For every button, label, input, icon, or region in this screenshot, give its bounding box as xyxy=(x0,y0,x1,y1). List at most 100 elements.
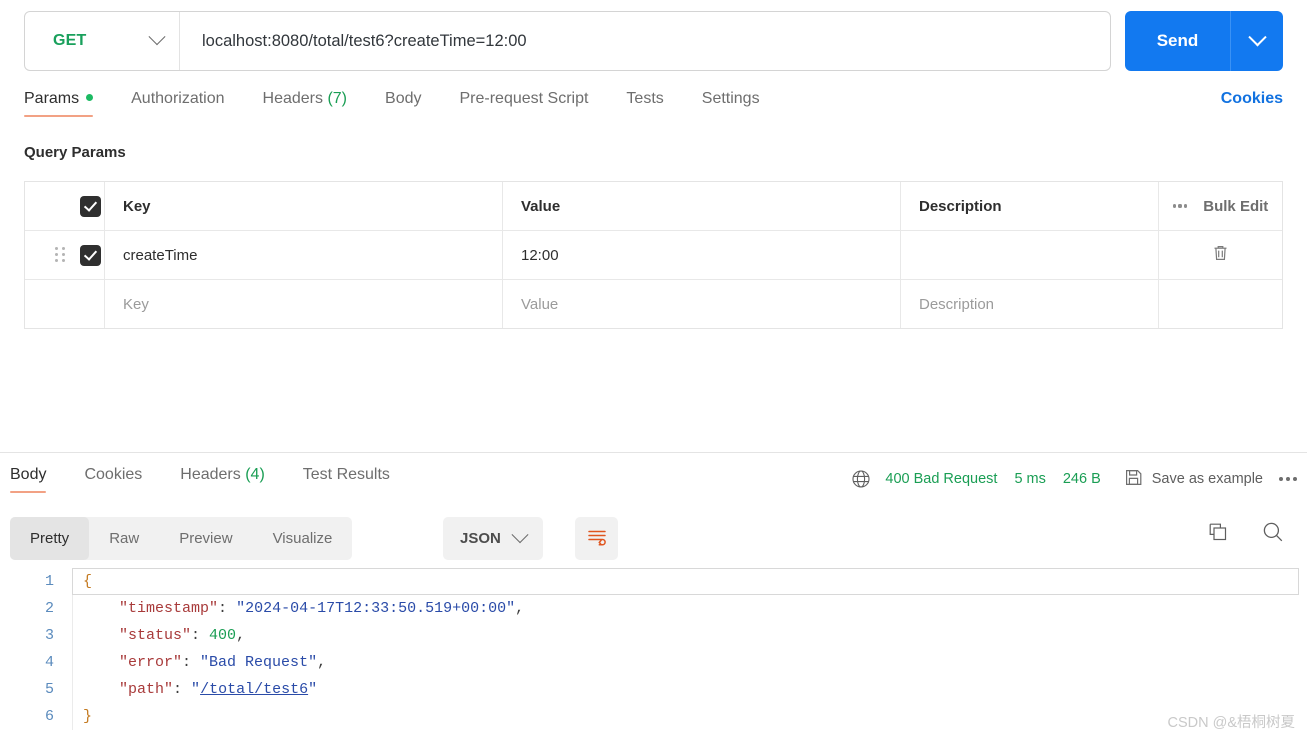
line-number: 4 xyxy=(44,654,54,671)
save-as-example-button[interactable]: Save as example xyxy=(1124,468,1263,491)
line-number: 3 xyxy=(44,627,54,644)
code-line: 1{ xyxy=(0,568,1307,595)
chevron-down-icon xyxy=(148,28,166,46)
tab-pre-request-script[interactable]: Pre-request Script xyxy=(459,90,588,117)
code-line-content[interactable]: } xyxy=(72,703,1307,730)
response-body-editor[interactable]: 1{2 "timestamp": "2024-04-17T12:33:50.51… xyxy=(0,568,1307,740)
format-label: JSON xyxy=(460,530,501,547)
placeholder-select-cell xyxy=(25,280,105,328)
tab-pre-request-script-label: Pre-request Script xyxy=(459,90,589,107)
panel-divider xyxy=(0,452,1307,453)
unsaved-dot-icon xyxy=(86,94,94,101)
line-number: 1 xyxy=(44,573,54,590)
chevron-down-icon xyxy=(511,525,529,543)
view-tab-pretty[interactable]: Pretty xyxy=(10,517,90,560)
code-line: 2 "timestamp": "2024-04-17T12:33:50.519+… xyxy=(0,595,1307,622)
placeholder-actions xyxy=(1159,280,1282,328)
url-input[interactable]: localhost:8080/total/test6?createTime=12… xyxy=(180,12,1110,70)
tab-settings-label: Settings xyxy=(701,90,760,107)
response-size[interactable]: 246 B xyxy=(1063,471,1101,487)
code-line-content[interactable]: "timestamp": "2024-04-17T12:33:50.519+00… xyxy=(72,595,1307,622)
code-token: , xyxy=(236,627,246,644)
code-line: 6} xyxy=(0,703,1307,730)
tab-body-label: Body xyxy=(385,90,422,107)
select-all-checkbox[interactable] xyxy=(80,195,101,217)
method-selector[interactable]: GET xyxy=(25,12,180,70)
chevron-down-icon xyxy=(1247,27,1267,46)
query-params-table: Key Value Description Bulk Edit createTi… xyxy=(24,181,1283,329)
column-header-description: Description xyxy=(901,182,1159,230)
table-placeholder-row: Key Value Description xyxy=(25,280,1282,328)
tab-settings[interactable]: Settings xyxy=(702,90,760,117)
line-number: 2 xyxy=(44,600,54,617)
code-token: "path" xyxy=(119,681,174,698)
send-button-group: Send xyxy=(1125,11,1283,71)
response-more-options-icon[interactable] xyxy=(1279,477,1297,481)
tab-headers[interactable]: Headers (7) xyxy=(263,90,348,117)
format-selector[interactable]: JSON xyxy=(443,517,543,560)
word-wrap-button[interactable] xyxy=(575,517,618,560)
response-view-tabs: Pretty Raw Preview Visualize xyxy=(10,517,353,560)
query-params-title: Query Params xyxy=(24,144,126,161)
code-line-content[interactable]: "error": "Bad Request", xyxy=(72,649,1307,676)
response-tab-headers[interactable]: Headers (4) xyxy=(180,466,265,493)
tab-params[interactable]: Params xyxy=(24,90,94,117)
response-tab-cookies-label: Cookies xyxy=(84,466,143,483)
response-tab-headers-count: (4) xyxy=(245,466,265,483)
response-time[interactable]: 5 ms xyxy=(1014,471,1045,487)
code-line-content[interactable]: "status": 400, xyxy=(72,622,1307,649)
view-tab-preview[interactable]: Preview xyxy=(159,517,252,560)
code-line-content[interactable]: "path": "/total/test6" xyxy=(72,676,1307,703)
tab-body[interactable]: Body xyxy=(385,90,421,117)
table-header-row: Key Value Description Bulk Edit xyxy=(25,182,1282,231)
response-tabs: Body Cookies Headers (4) Test Results xyxy=(10,466,428,502)
response-body-actions xyxy=(1207,520,1285,544)
line-number: 6 xyxy=(44,708,54,725)
cookies-link[interactable]: Cookies xyxy=(1221,90,1283,117)
search-icon[interactable] xyxy=(1261,520,1285,544)
code-token: : xyxy=(218,600,237,617)
bulk-edit-button[interactable]: Bulk Edit xyxy=(1203,198,1268,215)
row-description-input[interactable] xyxy=(901,231,1159,279)
row-value-input[interactable]: 12:00 xyxy=(503,231,901,279)
row-actions xyxy=(1159,231,1282,279)
tab-tests-label: Tests xyxy=(626,90,664,107)
tab-authorization[interactable]: Authorization xyxy=(131,90,224,117)
drag-handle-icon[interactable] xyxy=(55,247,65,263)
request-tabs: Params Authorization Headers (7) Body Pr… xyxy=(24,90,1283,126)
code-token: "Bad Request" xyxy=(200,654,318,671)
response-tab-test-results[interactable]: Test Results xyxy=(303,466,390,493)
response-tab-cookies[interactable]: Cookies xyxy=(84,466,142,493)
code-line-content[interactable]: { xyxy=(72,568,1299,595)
copy-icon[interactable] xyxy=(1207,521,1229,543)
row-select-cell xyxy=(25,231,105,279)
row-key-input[interactable]: createTime xyxy=(105,231,503,279)
tab-tests[interactable]: Tests xyxy=(626,90,663,117)
response-tab-body[interactable]: Body xyxy=(10,466,47,493)
code-token: 400 xyxy=(209,627,237,644)
status-badge[interactable]: 400 Bad Request xyxy=(885,471,997,487)
delete-row-icon[interactable] xyxy=(1212,244,1229,266)
tab-headers-label: Headers xyxy=(262,90,323,107)
send-options-button[interactable] xyxy=(1231,11,1283,71)
globe-icon[interactable] xyxy=(851,469,871,489)
url-box: GET localhost:8080/total/test6?createTim… xyxy=(24,11,1111,71)
response-tab-headers-label: Headers xyxy=(180,466,241,483)
view-tab-visualize[interactable]: Visualize xyxy=(253,517,353,560)
code-token: "timestamp" xyxy=(119,600,219,617)
new-key-input[interactable]: Key xyxy=(105,280,503,328)
method-label: GET xyxy=(53,32,87,49)
response-meta: 400 Bad Request 5 ms 246 B Save as examp… xyxy=(851,466,1297,492)
view-tab-raw[interactable]: Raw xyxy=(89,517,159,560)
line-number: 5 xyxy=(44,681,54,698)
new-description-input[interactable]: Description xyxy=(901,280,1159,328)
more-options-icon[interactable] xyxy=(1172,204,1188,208)
new-value-input[interactable]: Value xyxy=(503,280,901,328)
watermark: CSDN @&梧桐树夏 xyxy=(1167,715,1295,731)
row-checkbox[interactable] xyxy=(80,244,101,266)
column-header-key: Key xyxy=(105,182,503,230)
send-button[interactable]: Send xyxy=(1125,11,1231,71)
